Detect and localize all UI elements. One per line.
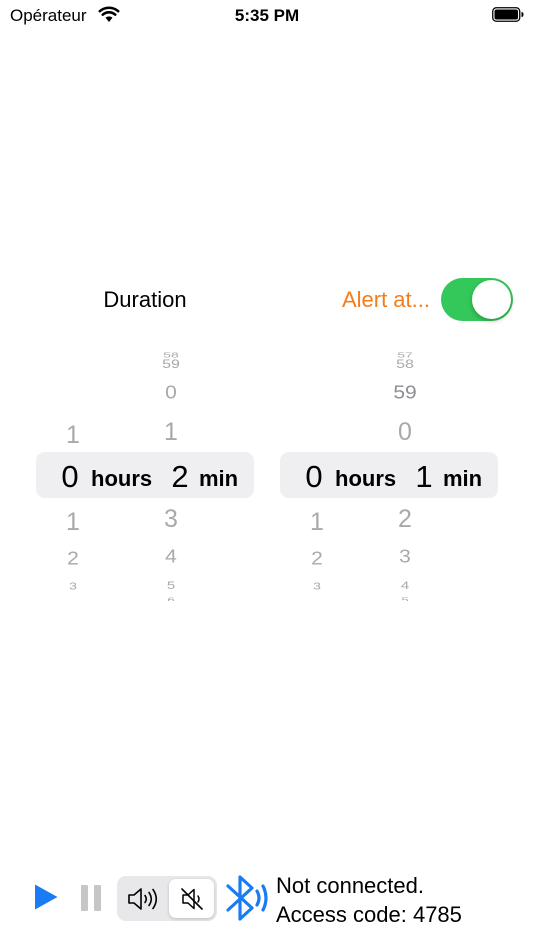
hours-unit-label: hours: [335, 466, 397, 491]
status-time: 5:35 PM: [234, 6, 300, 25]
battery-icon: [492, 7, 524, 22]
mute-icon: [180, 887, 203, 910]
minutes-wheel-item[interactable]: 58: [380, 359, 430, 371]
connection-status-line: Not connected.: [276, 873, 424, 898]
status-bar: Opérateur 5:35 PM: [0, 0, 534, 32]
hours-selected-value[interactable]: 0: [294, 459, 334, 495]
access-code-line: Access code: 4785: [276, 902, 462, 927]
minutes-wheel-item[interactable]: 0: [146, 383, 196, 402]
minutes-unit-label: min: [443, 466, 483, 491]
mute-option[interactable]: [169, 879, 214, 918]
hours-wheel-item[interactable]: 3: [48, 581, 98, 591]
minutes-wheel-item[interactable]: 59: [146, 359, 196, 371]
speaker-icon: [128, 887, 158, 910]
speaker-option[interactable]: [121, 880, 167, 917]
alert-toggle-knob: [472, 280, 511, 319]
minutes-selected-value[interactable]: 1: [404, 459, 444, 495]
minutes-wheel-item[interactable]: 2: [380, 507, 430, 532]
duration-picker[interactable]: 1 1 2 3 58 59 0 1 3 4 5 6 0 hours 2 min: [36, 345, 254, 601]
hours-wheel-item[interactable]: 3: [292, 581, 342, 591]
minutes-selected-value[interactable]: 2: [160, 459, 200, 495]
connection-status: Not connected. Access code: 4785: [276, 871, 462, 929]
hours-wheel-item[interactable]: 1: [48, 510, 98, 535]
sound-segmented-control[interactable]: [117, 876, 217, 921]
minutes-wheel-item[interactable]: 3: [146, 507, 196, 532]
alert-picker[interactable]: 1 2 3 57 58 59 0 2 3 4 5 0 hours 1 min: [280, 345, 498, 601]
minutes-wheel-item[interactable]: 6: [146, 596, 196, 601]
play-icon[interactable]: [33, 883, 59, 911]
minutes-wheel-item[interactable]: 5: [380, 596, 430, 601]
hours-wheel-item[interactable]: 2: [292, 549, 342, 568]
hours-wheel-item[interactable]: 1: [292, 510, 342, 535]
minutes-wheel-item[interactable]: 5: [146, 580, 196, 591]
minutes-unit-label: min: [199, 466, 239, 491]
bluetooth-icon: [226, 875, 268, 921]
alert-toggle[interactable]: [441, 278, 513, 321]
duration-label: Duration: [103, 287, 187, 312]
minutes-wheel-item[interactable]: 59: [380, 383, 430, 402]
hours-wheel-item[interactable]: 2: [48, 549, 98, 568]
minutes-wheel-item[interactable]: 0: [380, 420, 430, 445]
hours-selected-value[interactable]: 0: [50, 459, 90, 495]
minutes-wheel-item[interactable]: 4: [146, 547, 196, 566]
hours-wheel-item[interactable]: 1: [48, 423, 98, 448]
hours-unit-label: hours: [91, 466, 153, 491]
alert-at-label: Alert at...: [341, 287, 430, 312]
minutes-wheel-item[interactable]: 3: [380, 547, 430, 566]
minutes-wheel-item[interactable]: 4: [380, 580, 430, 591]
pause-icon[interactable]: [81, 885, 101, 911]
minutes-wheel-item[interactable]: 1: [146, 420, 196, 445]
